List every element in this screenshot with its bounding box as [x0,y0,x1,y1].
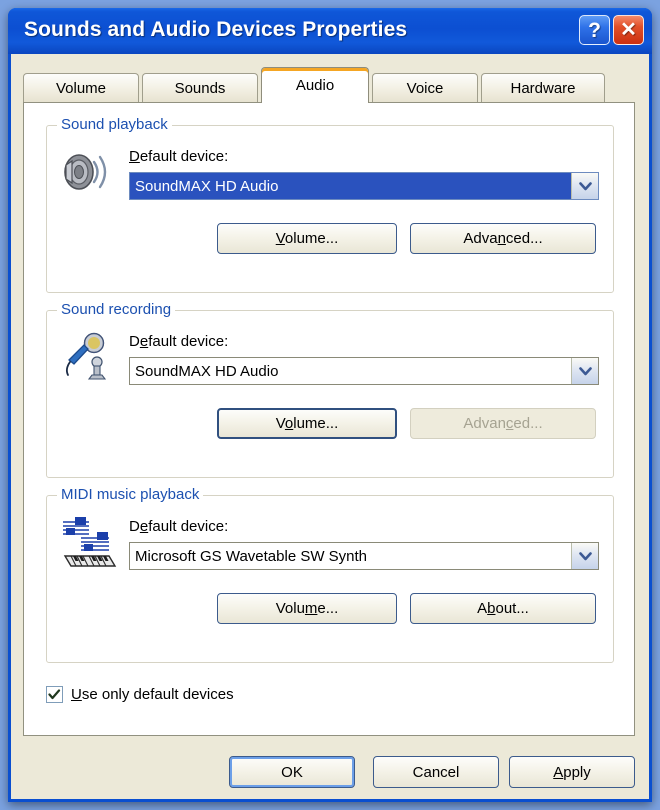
tab-hardware-label: Hardware [510,80,576,97]
tab-hardware[interactable]: Hardware [481,73,605,103]
recording-device-value: SoundMAX HD Audio [135,362,279,380]
tab-voice-label: Voice [406,80,444,97]
tab-sounds-label: Sounds [174,80,226,97]
recording-default-device-label: Default device: [129,333,229,350]
tab-audio[interactable]: Audio [261,67,369,103]
use-only-default-devices-checkbox-row[interactable]: Use only default devices [46,686,234,703]
cancel-button[interactable]: Cancel [373,756,499,788]
midi-device-combo[interactable]: Microsoft GS Wavetable SW Synth [129,542,599,570]
chevron-down-icon[interactable] [571,358,598,384]
group-midi-music-playback: MIDI music playback Default device: Micr… [46,486,614,663]
recording-advanced-button: Advanced... [410,408,596,439]
chevron-down-icon[interactable] [571,543,598,569]
chevron-down-icon[interactable] [571,173,598,199]
title-bar-buttons: ? ✕ [579,15,644,45]
apply-button-label: Apply [553,763,591,781]
ok-button[interactable]: OK [229,756,355,788]
midi-device-value: Microsoft GS Wavetable SW Synth [135,547,368,565]
midi-notes-keyboard-icon [57,514,119,572]
close-icon: ✕ [620,19,637,41]
tab-sounds[interactable]: Sounds [142,73,258,103]
question-mark-icon: ? [588,18,601,42]
playback-advanced-button[interactable]: Advanced... [410,223,596,254]
tab-panel-audio: Sound playback Default device: SoundMAX … [23,102,635,736]
playback-default-device-label: Default device: [129,148,229,165]
apply-button[interactable]: Apply [509,756,635,788]
playback-device-combo[interactable]: SoundMAX HD Audio [129,172,599,200]
use-only-default-devices-checkbox[interactable] [46,686,63,703]
tab-strip: Volume Sounds Audio Voice Hardware [23,67,635,103]
tab-volume-label: Volume [55,80,107,97]
dialog-body: Sound playback Default device: SoundMAX … [11,54,649,799]
title-bar: Sounds and Audio Devices Properties ? ✕ [8,8,652,54]
close-button[interactable]: ✕ [613,15,644,45]
microphone-icon [61,331,113,385]
window-title: Sounds and Audio Devices Properties [24,18,408,41]
help-button[interactable]: ? [579,15,610,45]
tab-volume[interactable]: Volume [23,73,139,103]
midi-about-button[interactable]: About... [410,593,596,624]
checkmark-icon [48,689,61,700]
speaker-icon [59,148,113,198]
group-sound-recording: Sound recording Default device: SoundMAX… [46,301,614,478]
playback-volume-button[interactable]: Volume... [217,223,397,254]
properties-window: Sounds and Audio Devices Properties ? ✕ … [8,8,652,802]
group-sound-playback: Sound playback Default device: SoundMAX … [46,116,614,293]
group-sound-recording-legend: Sound recording [57,301,176,318]
ok-button-label: OK [281,763,303,781]
group-sound-playback-legend: Sound playback [57,116,172,133]
recording-device-combo[interactable]: SoundMAX HD Audio [129,357,599,385]
midi-default-device-label: Default device: [129,518,229,535]
group-midi-legend: MIDI music playback [57,486,204,503]
playback-device-value: SoundMAX HD Audio [130,173,571,199]
midi-volume-button[interactable]: Volume... [217,593,397,624]
cancel-button-label: Cancel [412,763,460,781]
tab-voice[interactable]: Voice [372,73,478,103]
use-only-default-devices-label: Use only default devices [71,686,234,703]
tab-audio-label: Audio [295,77,335,94]
recording-volume-button[interactable]: Volume... [217,408,397,439]
